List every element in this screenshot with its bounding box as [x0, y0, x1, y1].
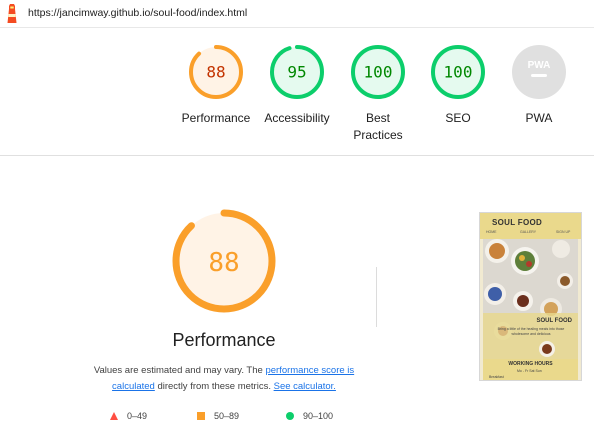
- thumb-working-hours: WORKING HOURS: [508, 361, 553, 367]
- gauge-accessibility[interactable]: 95 Accessibility: [257, 44, 337, 127]
- thumb-overlay-title: SOUL FOOD: [536, 318, 572, 324]
- thumb-site-title: SOUL FOOD: [492, 218, 543, 227]
- performance-section: 88 Performance Values are estimated and …: [0, 157, 594, 435]
- performance-title: Performance: [172, 330, 276, 350]
- gauge-label: SEO: [445, 111, 471, 125]
- thumb-nav-item: SIGN UP: [556, 230, 571, 234]
- square-average-icon: [197, 412, 205, 420]
- gauge-seo[interactable]: 100 SEO: [418, 44, 498, 127]
- pwa-badge-icon: PWA: [512, 45, 566, 99]
- thumb-row-label: Breakfast: [489, 375, 504, 379]
- score-legend: 0–49 50–89 90–100: [110, 411, 360, 425]
- thumb-footer: WORKING HOURS Mo - Fr Sat Sun Breakfast: [483, 359, 578, 380]
- performance-gauge-icon: 88: [189, 45, 243, 99]
- legend-range: 0–49: [127, 411, 148, 421]
- gauge-label: Best Practices: [353, 111, 403, 142]
- gauge-performance[interactable]: 88 Performance: [176, 44, 256, 127]
- triangle-fail-icon: [110, 412, 118, 420]
- large-gauge-score: 88: [208, 248, 239, 278]
- gauge-label: PWA: [525, 111, 553, 125]
- circle-pass-icon: [286, 412, 294, 420]
- gauge-label: Accessibility: [264, 111, 330, 125]
- thumb-nav-item: HOME: [486, 230, 497, 234]
- thumb-header: SOUL FOOD HOME GALLERY SIGN UP: [480, 213, 581, 239]
- thumb-days: Mo - Fr Sat Sun: [517, 369, 542, 373]
- gauge-pwa[interactable]: PWA PWA: [499, 44, 579, 127]
- url-bar: https://jancimway.github.io/soul-food/in…: [0, 0, 594, 28]
- gauge-score: 100: [444, 63, 473, 82]
- page-screenshot-thumbnail[interactable]: SOUL FOOD HOME GALLERY SIGN UP SOUL FOOD…: [479, 212, 582, 381]
- gauge-score: 88: [206, 63, 225, 82]
- performance-description: Values are estimated and may vary. The p…: [80, 363, 368, 395]
- desc-middle: directly from these metrics.: [154, 381, 274, 392]
- gauge-score: 100: [364, 63, 393, 82]
- divider: [376, 267, 377, 327]
- thumb-overlay: SOUL FOOD Bring a little of the healing …: [483, 313, 578, 359]
- best-practices-gauge-icon: 100: [351, 45, 405, 99]
- thumb-overlay-text: Bring a little of the healing meals into…: [497, 327, 565, 336]
- see-calculator-link[interactable]: See calculator.: [274, 381, 336, 392]
- legend-range: 50–89: [214, 411, 240, 421]
- legend-pass: 90–100: [286, 411, 333, 421]
- report-url[interactable]: https://jancimway.github.io/soul-food/in…: [28, 7, 247, 19]
- legend-range: 90–100: [303, 411, 334, 421]
- legend-fail: 0–49: [110, 411, 147, 421]
- legend-average: 50–89: [197, 411, 239, 421]
- performance-large-gauge: 88: [172, 209, 276, 313]
- gauge-label: Performance: [181, 111, 251, 125]
- pwa-icon-text: PWA: [528, 60, 551, 71]
- lighthouse-logo-icon: [7, 4, 17, 23]
- seo-gauge-icon: 100: [431, 45, 485, 99]
- accessibility-gauge-icon: 95: [270, 45, 324, 99]
- desc-prefix: Values are estimated and may vary. The: [93, 365, 266, 376]
- thumb-food-bowl-icon: [539, 341, 555, 357]
- thumb-nav-item: GALLERY: [520, 230, 537, 234]
- gauge-best-practices[interactable]: 100 Best Practices: [338, 44, 418, 144]
- category-gauges: 88 Performance 95 Accessibility 100 Best…: [0, 28, 594, 156]
- gauge-score: 95: [287, 63, 306, 82]
